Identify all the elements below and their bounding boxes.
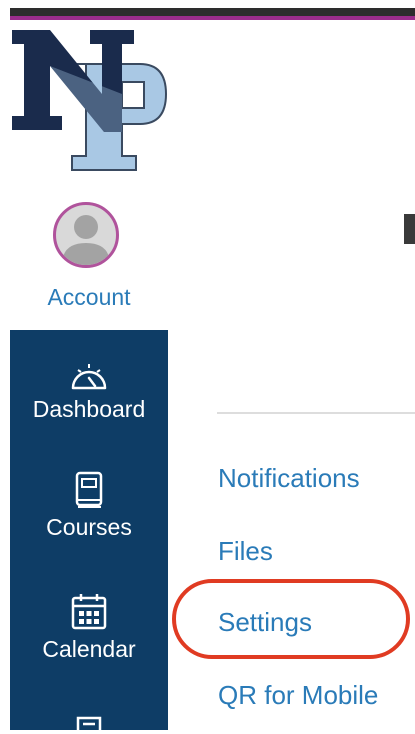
page-title-fragment [404,214,415,244]
settings-highlight-ring [172,579,410,659]
calendar-icon [71,594,107,630]
account-menu-divider [217,412,415,414]
book-icon [75,471,103,508]
user-avatar-icon [62,215,110,265]
inbox-icon [76,716,102,730]
np-school-logo-icon [12,30,168,171]
nav-item-courses[interactable]: Courses [10,470,168,541]
nav-item-label: Calendar [42,636,136,662]
notifications-link[interactable]: Notifications [218,463,360,494]
nav-item-calendar[interactable]: Calendar [10,592,168,663]
files-link[interactable]: Files [218,536,273,567]
avatar [53,202,119,268]
top-border-accent [10,16,415,20]
top-border [10,8,415,20]
speedometer-icon [71,364,107,390]
nav-item-label: Dashboard [32,396,146,422]
account-label: Account [47,284,131,310]
nav-item-inbox[interactable] [10,714,168,734]
nav-item-label: Courses [46,514,132,540]
school-logo[interactable] [10,24,170,174]
global-nav: Dashboard Courses Calendar [10,330,168,730]
account-nav-item[interactable]: Account [10,200,168,320]
nav-item-dashboard[interactable]: Dashboard [10,358,168,423]
qr-for-mobile-link[interactable]: QR for Mobile [218,680,378,711]
